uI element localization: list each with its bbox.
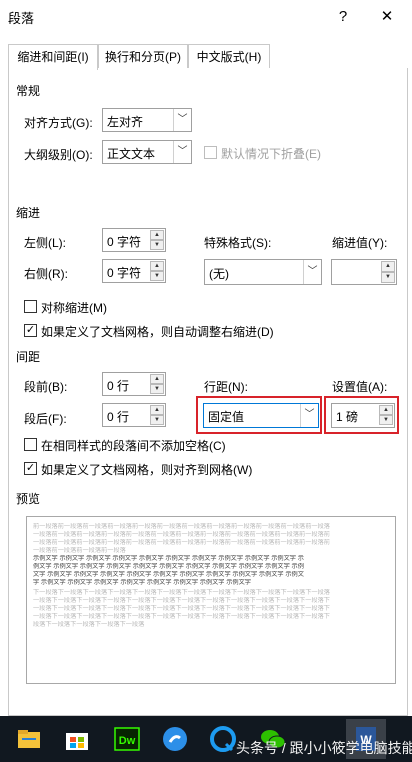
spin-down-icon[interactable]: ▼ bbox=[150, 384, 164, 394]
spacing-before-label: 段前(B): bbox=[24, 380, 68, 394]
indent-right-spinner[interactable]: 0 字符 ▲ ▼ bbox=[102, 259, 166, 283]
indent-by-label: 缩进值(Y): bbox=[332, 236, 388, 250]
line-spacing-at-spinner[interactable]: 1 磅 ▲ ▼ bbox=[331, 403, 395, 428]
preview-sample-line: 文字 示例文字 示例文字 示例文字 示例文字 示例文字 示例文字 示例文字 示例… bbox=[33, 571, 304, 578]
special-indent-value: (无) bbox=[209, 267, 229, 281]
watermark-text: 头条号 / 跟小小筱学电脑技能 bbox=[236, 740, 412, 756]
indent-right-label: 右侧(R): bbox=[24, 267, 68, 281]
qq-browser-icon[interactable] bbox=[206, 722, 240, 756]
auto-adjust-right-indent-label: 如果定义了文档网格，则自动调整右缩进(D) bbox=[41, 325, 274, 339]
spin-down-icon[interactable]: ▼ bbox=[150, 415, 164, 425]
dreamweaver-label: Dw bbox=[119, 735, 136, 747]
snap-to-grid-label: 如果定义了文档网格，则对齐到网格(W) bbox=[41, 463, 253, 477]
outline-level-value: 正文文本 bbox=[107, 147, 156, 161]
section-indentation: 缩进 bbox=[16, 206, 41, 220]
checkmark-icon: ✓ bbox=[25, 324, 36, 336]
line-spacing-select[interactable]: 固定值 ﹀ bbox=[203, 403, 319, 428]
chevron-down-icon: ﹀ bbox=[303, 260, 321, 284]
question-icon: ? bbox=[338, 8, 348, 25]
indent-left-spinner[interactable]: 0 字符 ▲ ▼ bbox=[102, 228, 166, 252]
special-indent-label: 特殊格式(S): bbox=[204, 236, 272, 250]
spin-up-icon[interactable]: ▲ bbox=[150, 230, 164, 240]
outline-level-select[interactable]: 正文文本 ﹀ bbox=[102, 140, 192, 164]
spin-down-icon[interactable]: ▼ bbox=[150, 271, 164, 281]
no-space-same-style-label: 在相同样式的段落间不添加空格(C) bbox=[41, 439, 226, 453]
alignment-select[interactable]: 左对齐 ﹀ bbox=[102, 108, 192, 132]
line-spacing-at-value: 1 磅 bbox=[336, 410, 359, 424]
alignment-value: 左对齐 bbox=[107, 115, 144, 129]
indent-left-value: 0 字符 bbox=[107, 235, 142, 249]
section-general: 常规 bbox=[16, 84, 41, 98]
line-spacing-at-label: 设置值(A): bbox=[332, 380, 388, 394]
preview-previous-line: 一段落前一段落前一段落前一段落前一段落前一段落前一段落前一段落前一段落前一段落前… bbox=[33, 531, 330, 538]
spin-up-icon[interactable]: ▲ bbox=[150, 261, 164, 271]
outline-level-label: 大纲级别(O): bbox=[24, 148, 93, 162]
file-explorer-icon[interactable] bbox=[12, 722, 46, 756]
mirror-indents-checkbox[interactable] bbox=[24, 300, 37, 313]
preview-pane: 前一段落前一段落前一段落前一段落前一段落前一段落前一段落前一段落前一段落前一段落… bbox=[26, 516, 396, 684]
checkmark-icon: ✓ bbox=[25, 462, 36, 474]
preview-next-line: 下一段落下一段落下一段落下一段落下一段落下一段落下一段落下一段落下一段落下一段落… bbox=[33, 589, 330, 596]
chevron-down-icon: ﹀ bbox=[173, 141, 191, 163]
tab-line-page-breaks[interactable]: 换行和分页(P) bbox=[98, 44, 188, 69]
spacing-before-spinner[interactable]: 0 行 ▲ ▼ bbox=[102, 372, 166, 396]
spin-up-icon[interactable]: ▲ bbox=[150, 405, 164, 415]
spin-down-icon[interactable]: ▼ bbox=[379, 415, 393, 425]
indent-by-spinner[interactable]: ▲ ▼ bbox=[331, 259, 397, 285]
spin-up-icon[interactable]: ▲ bbox=[150, 374, 164, 384]
alignment-label: 对齐方式(G): bbox=[24, 116, 93, 130]
line-spacing-label: 行距(N): bbox=[204, 380, 248, 394]
preview-previous-line: 一段落前一段落前一段落前一段落前一段落前一段落前一段落前一段落前一段落前一段落前… bbox=[33, 539, 330, 546]
help-button[interactable]: ? bbox=[326, 4, 360, 30]
special-indent-select[interactable]: (无) ﹀ bbox=[204, 259, 322, 285]
auto-adjust-right-indent-checkbox[interactable]: ✓ bbox=[24, 324, 37, 337]
tab-indents-spacing[interactable]: 缩进和间距(I) bbox=[8, 44, 98, 70]
spacing-after-spinner[interactable]: 0 行 ▲ ▼ bbox=[102, 403, 166, 427]
dialog-title: 段落 bbox=[8, 11, 35, 26]
mirror-indents-label: 对称缩进(M) bbox=[41, 301, 107, 315]
line-spacing-value: 固定值 bbox=[208, 410, 245, 424]
sogou-icon[interactable] bbox=[158, 722, 192, 756]
spacing-after-label: 段后(F): bbox=[24, 412, 67, 426]
spacing-after-value: 0 行 bbox=[107, 410, 130, 424]
tab-asian-typography[interactable]: 中文版式(H) bbox=[188, 44, 270, 69]
spin-up-icon[interactable]: ▲ bbox=[379, 405, 393, 415]
section-spacing: 间距 bbox=[16, 350, 41, 364]
section-preview: 预览 bbox=[16, 492, 41, 506]
preview-sample-line: 字 示例文字 示例文字 示例文字 示例文字 示例文字 示例文字 示例文字 示例文… bbox=[33, 579, 251, 586]
indent-right-value: 0 字符 bbox=[107, 266, 142, 280]
preview-sample-line: 示例文字 示例文字 示例文字 示例文字 示例文字 示例文字 示例文字 示例文字 … bbox=[33, 555, 304, 562]
preview-next-line: 一段落下一段落下一段落下一段落下一段落下一段落下一段落下一段落下一段落下一段落下… bbox=[33, 613, 330, 620]
preview-previous-line: 前一段落前一段落前一段落前一段落前一段落前一段落前一段落前一段落前一段落前一段落… bbox=[33, 523, 330, 530]
dreamweaver-icon[interactable]: Dw bbox=[110, 722, 144, 756]
no-space-same-style-checkbox[interactable] bbox=[24, 438, 37, 451]
preview-next-line: 一段落下一段落下一段落下一段落下一段落下一段落下一段落下一段落下一段落下一段落下… bbox=[33, 597, 330, 604]
preview-previous-line: 一段落前一段落前一段落前一段落 bbox=[33, 547, 126, 554]
collapse-default-label: 默认情况下折叠(E) bbox=[221, 147, 321, 161]
spin-up-icon[interactable]: ▲ bbox=[381, 261, 395, 272]
indent-left-label: 左侧(L): bbox=[24, 236, 67, 250]
spacing-before-value: 0 行 bbox=[107, 379, 130, 393]
store-icon[interactable] bbox=[60, 722, 94, 756]
spin-down-icon[interactable]: ▼ bbox=[150, 240, 164, 250]
preview-next-line: 一段落下一段落下一段落下一段落下一段落下一段落下一段落下一段落下一段落下一段落下… bbox=[33, 605, 330, 612]
chevron-down-icon: ﹀ bbox=[300, 404, 318, 427]
spin-down-icon[interactable]: ▼ bbox=[381, 272, 395, 283]
collapse-default-checkbox[interactable] bbox=[204, 146, 217, 159]
preview-sample-line: 例文字 示例文字 示例文字 示例文字 示例文字 示例文字 示例文字 示例文字 示… bbox=[33, 563, 304, 570]
close-button[interactable]: ✕ bbox=[370, 4, 404, 30]
chevron-down-icon: ﹀ bbox=[173, 109, 191, 131]
preview-next-line: 段落下一段落下一段落下一段落下一段落 bbox=[33, 621, 145, 628]
close-icon: ✕ bbox=[380, 8, 394, 25]
snap-to-grid-checkbox[interactable]: ✓ bbox=[24, 462, 37, 475]
